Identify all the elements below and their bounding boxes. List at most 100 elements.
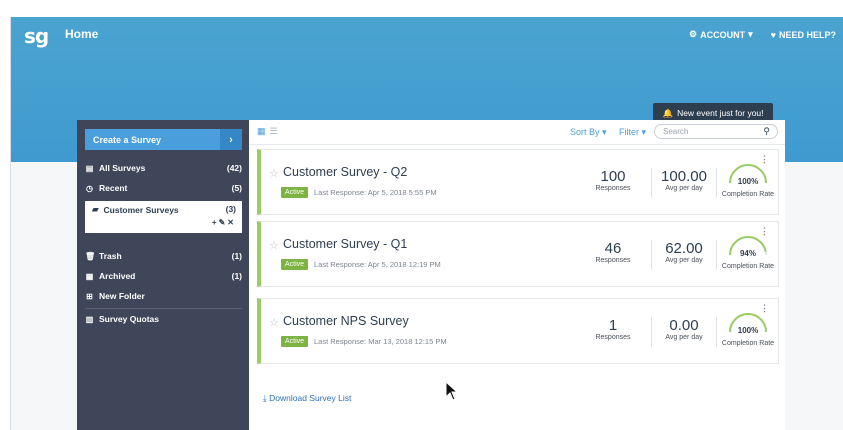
star-icon[interactable]: ☆ bbox=[269, 239, 279, 252]
create-survey-label: Create a Survey bbox=[93, 134, 162, 145]
completion-value: 100% bbox=[737, 177, 759, 186]
account-label: ACCOUNT bbox=[700, 29, 746, 40]
page: sg Home ⚙ ACCOUNT ▾ ♥ NEED HELP? 🔔 New e… bbox=[10, 17, 843, 430]
archive-icon: ▦ bbox=[85, 271, 94, 281]
file-icon: ▤ bbox=[85, 163, 94, 173]
survey-title[interactable]: Customer Survey - Q1 bbox=[283, 237, 407, 251]
sidebar-item-trash[interactable]: 🗑 Trash (1) bbox=[85, 248, 242, 264]
completion-value: 100% bbox=[737, 326, 759, 335]
completion-gauge: 100% Completion Rate bbox=[718, 163, 778, 203]
avg-per-day-value: 100.00 bbox=[661, 168, 707, 185]
survey-title[interactable]: Customer NPS Survey bbox=[283, 314, 409, 328]
sidebar-item-new-folder[interactable]: ⊞ New Folder bbox=[85, 288, 242, 304]
heart-icon: ♥ bbox=[770, 29, 776, 40]
survey-card[interactable]: ☆ Customer Survey - Q2 Active Last Respo… bbox=[257, 149, 779, 215]
avg-per-day-stat: 0.00 Avg per day bbox=[654, 317, 714, 341]
sidebar: Create a Survey › ▤ All Surveys (42) ◷ Rec… bbox=[77, 120, 249, 430]
responses-value: 1 bbox=[608, 317, 618, 334]
close-icon[interactable]: ✕ bbox=[227, 218, 236, 227]
responses-label: Responses bbox=[595, 185, 631, 192]
list-toolbar: ▦ ☰ Sort By ▾ Filter ▾ Search ⚲ bbox=[249, 120, 785, 145]
completion-label: Completion Rate bbox=[721, 191, 775, 198]
responses-stat: 1 Responses bbox=[583, 317, 643, 341]
download-label: Download Survey List bbox=[269, 393, 352, 403]
completion-gauge: 94% Completion Rate bbox=[718, 235, 778, 275]
sidebar-item-label: Customer Surveys bbox=[103, 204, 179, 215]
responses-stat: 100 Responses bbox=[583, 168, 643, 192]
avg-per-day-label: Avg per day bbox=[665, 334, 703, 341]
sidebar-item-count: (1) bbox=[231, 271, 242, 281]
stat-divider bbox=[651, 168, 652, 198]
filter-dropdown[interactable]: Filter ▾ bbox=[619, 127, 646, 138]
bar-chart-icon: ▥ bbox=[85, 314, 94, 324]
avg-per-day-label: Avg per day bbox=[665, 185, 703, 192]
account-menu[interactable]: ⚙ ACCOUNT ▾ bbox=[689, 29, 753, 40]
bell-icon: 🔔 bbox=[662, 107, 674, 118]
avg-per-day-stat: 62.00 Avg per day bbox=[654, 240, 714, 264]
sidebar-item-label: Archived bbox=[99, 271, 136, 281]
chevron-right-icon[interactable]: › bbox=[220, 129, 242, 150]
mouse-cursor bbox=[445, 381, 459, 401]
filter-label: Filter bbox=[619, 127, 639, 137]
stat-divider bbox=[716, 240, 717, 270]
sidebar-item-count: (5) bbox=[231, 183, 242, 193]
clock-icon: ◷ bbox=[86, 183, 93, 193]
avg-per-day-value: 62.00 bbox=[665, 240, 703, 257]
responses-value: 46 bbox=[604, 240, 622, 257]
grid-view-icon[interactable]: ▦ bbox=[257, 126, 266, 137]
sidebar-divider bbox=[85, 308, 242, 309]
folder-tools: +✎✕ bbox=[212, 218, 236, 227]
sidebar-item-label: Trash bbox=[99, 251, 122, 261]
stat-divider bbox=[651, 317, 652, 347]
sort-by-dropdown[interactable]: Sort By ▾ bbox=[570, 127, 607, 138]
responses-value: 100 bbox=[600, 168, 626, 185]
search-icon[interactable]: ⚲ bbox=[763, 126, 770, 137]
create-survey-button[interactable]: Create a Survey › bbox=[85, 129, 242, 150]
last-response: Last Response: Mar 13, 2018 12:15 PM bbox=[314, 337, 447, 346]
chevron-down-icon: ▾ bbox=[641, 127, 647, 137]
completion-label: Completion Rate bbox=[721, 340, 775, 347]
last-response: Last Response: Apr 5, 2018 12:19 PM bbox=[314, 260, 441, 269]
top-nav: ⚙ ACCOUNT ▾ ♥ NEED HELP? bbox=[689, 29, 836, 40]
plus-icon[interactable]: + bbox=[212, 218, 219, 227]
stat-divider bbox=[716, 168, 717, 198]
sidebar-item-count: (3) bbox=[225, 204, 236, 214]
star-icon[interactable]: ☆ bbox=[269, 167, 279, 180]
sidebar-item-label: All Surveys bbox=[99, 163, 146, 173]
sidebar-item-label: New Folder bbox=[99, 291, 145, 301]
chevron-down-icon: ▾ bbox=[602, 127, 607, 137]
trash-icon: 🗑 bbox=[85, 251, 96, 261]
page-title: Home bbox=[65, 27, 99, 41]
pencil-icon[interactable]: ✎ bbox=[219, 218, 228, 227]
status-badge: Active bbox=[281, 187, 309, 198]
sidebar-item-count: (42) bbox=[226, 163, 242, 173]
folder-open-icon: ▰ bbox=[92, 204, 99, 214]
star-icon[interactable]: ☆ bbox=[269, 316, 279, 329]
download-icon: ⤓ bbox=[263, 393, 267, 403]
sidebar-item-survey-quotas[interactable]: ▥ Survey Quotas bbox=[85, 311, 242, 327]
sidebar-item-all-surveys[interactable]: ▤ All Surveys (42) bbox=[85, 160, 242, 176]
download-survey-list-link[interactable]: ⤓ Download Survey List bbox=[263, 393, 351, 404]
sidebar-item-count: (1) bbox=[231, 251, 242, 261]
logo[interactable]: sg bbox=[24, 24, 49, 48]
gear-icon: ⚙ bbox=[689, 29, 698, 39]
sidebar-item-archived[interactable]: ▦ Archived (1) bbox=[85, 268, 242, 284]
responses-stat: 46 Responses bbox=[583, 240, 643, 264]
help-link[interactable]: ♥ NEED HELP? bbox=[771, 29, 836, 40]
responses-label: Responses bbox=[595, 257, 631, 264]
view-toggle: ▦ ☰ bbox=[257, 126, 278, 137]
list-view-icon[interactable]: ☰ bbox=[270, 126, 278, 137]
event-text: New event just for you! bbox=[677, 108, 764, 118]
survey-title[interactable]: Customer Survey - Q2 bbox=[283, 165, 407, 179]
search-input[interactable]: Search ⚲ bbox=[654, 124, 778, 139]
responses-label: Responses bbox=[595, 334, 631, 341]
sidebar-item-customer-surveys[interactable]: ▰ Customer Surveys (3) +✎✕ bbox=[85, 201, 242, 233]
sidebar-item-label: Recent bbox=[99, 183, 128, 193]
survey-card[interactable]: ☆ Customer Survey - Q1 Active Last Respo… bbox=[257, 221, 779, 287]
sort-by-label: Sort By bbox=[570, 127, 600, 137]
plus-square-icon: ⊞ bbox=[86, 291, 93, 301]
sidebar-item-recent[interactable]: ◷ Recent (5) bbox=[85, 180, 242, 196]
completion-value: 94% bbox=[739, 249, 756, 258]
survey-card[interactable]: ☆ Customer NPS Survey Active Last Respon… bbox=[257, 298, 779, 364]
avg-per-day-stat: 100.00 Avg per day bbox=[654, 168, 714, 192]
